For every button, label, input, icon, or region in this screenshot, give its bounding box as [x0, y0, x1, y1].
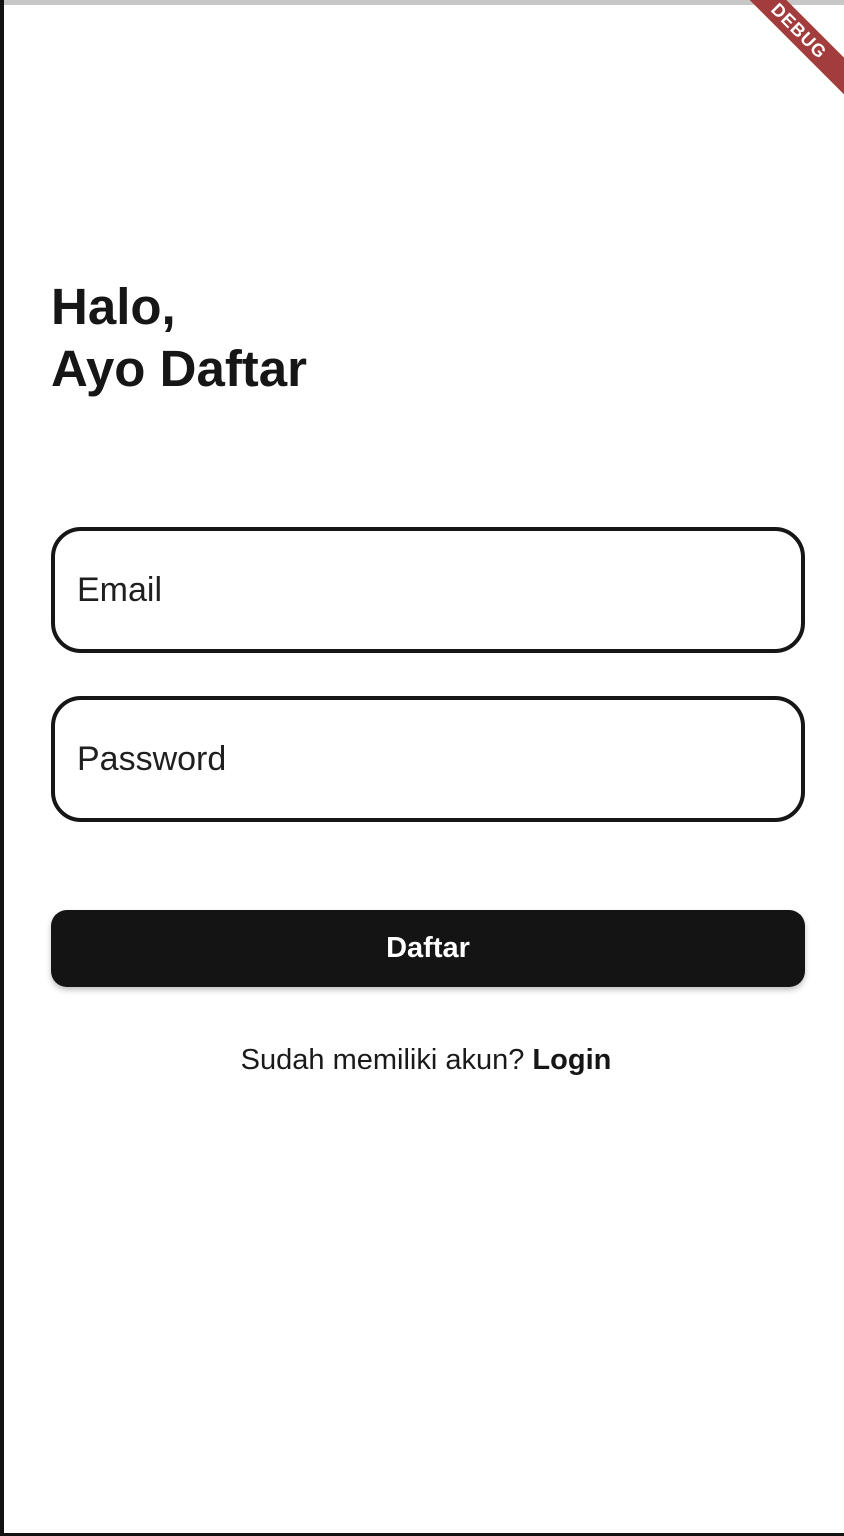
- debug-banner: DEBUG: [734, 0, 844, 110]
- greeting-line: Halo,: [51, 278, 176, 335]
- password-field[interactable]: [51, 696, 805, 822]
- login-prompt-text: Sudah memiliki akun?: [240, 1044, 533, 1076]
- debug-banner-label: DEBUG: [734, 0, 844, 101]
- email-input[interactable]: [55, 531, 801, 649]
- register-prompt-line: Ayo Daftar: [51, 340, 307, 397]
- login-prompt: Sudah memiliki akun? Login: [4, 1040, 844, 1080]
- page-title: Halo, Ayo Daftar: [51, 276, 307, 400]
- register-button[interactable]: Daftar: [51, 910, 805, 987]
- login-link[interactable]: Login: [532, 1044, 611, 1076]
- email-field[interactable]: [51, 527, 805, 653]
- top-edge: [4, 0, 844, 5]
- password-input[interactable]: [55, 700, 801, 818]
- left-edge-glimpse: [0, 830, 4, 1355]
- register-screen: DEBUG Halo, Ayo Daftar Daftar Sudah memi…: [0, 0, 844, 1536]
